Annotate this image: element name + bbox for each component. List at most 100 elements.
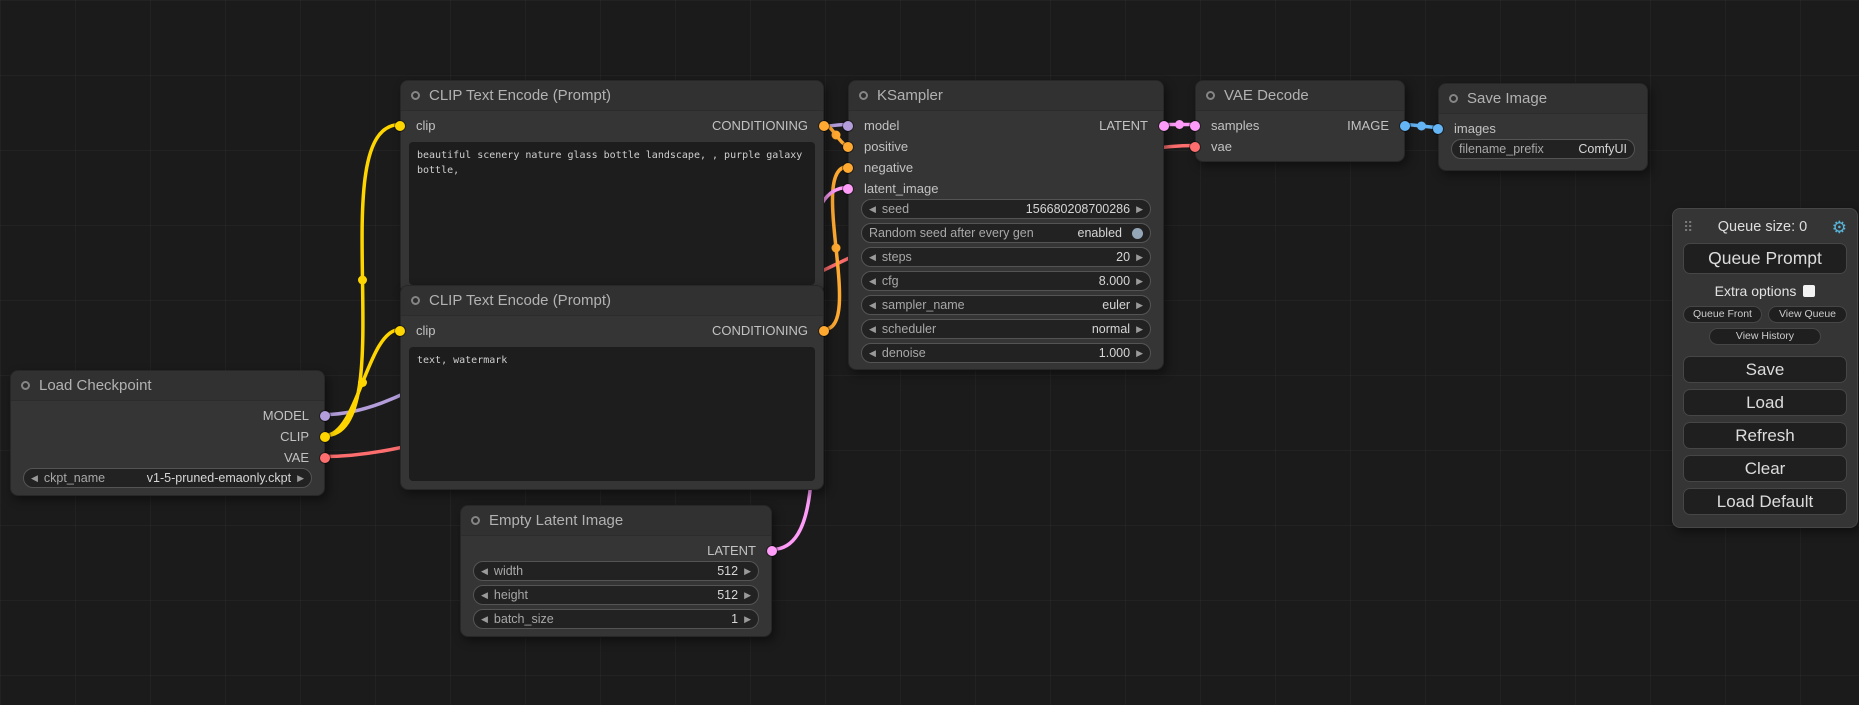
collapse-dot-icon[interactable] [411,296,420,305]
widget-scheduler[interactable]: ◀ scheduler normal ▶ [861,319,1151,339]
widget-width[interactable]: ◀ width 512 ▶ [473,561,759,581]
node-title-bar[interactable]: CLIP Text Encode (Prompt) [401,286,823,316]
node-title-bar[interactable]: KSampler [849,81,1163,111]
widget-value: 1.000 [1099,346,1130,360]
collapse-dot-icon[interactable] [1206,91,1215,100]
node-ksampler[interactable]: KSampler model LATENT positive negative … [848,80,1164,370]
node-vae-decode[interactable]: VAE Decode samples IMAGE vae [1195,80,1405,162]
decrement-arrow-icon[interactable]: ◀ [869,325,876,334]
node-save-image[interactable]: Save Image images filename_prefix ComfyU… [1438,83,1648,171]
graph-canvas[interactable]: Load Checkpoint MODEL CLIP VAE ◀ ckpt_na… [0,0,1859,705]
decrement-arrow-icon[interactable]: ◀ [31,474,38,483]
decrement-arrow-icon[interactable]: ◀ [869,349,876,358]
decrement-arrow-icon[interactable]: ◀ [869,277,876,286]
node-clip-text-encode-positive[interactable]: CLIP Text Encode (Prompt) clip CONDITION… [400,80,824,294]
widget-seed[interactable]: ◀ seed 156680208700286 ▶ [861,199,1151,219]
node-title-bar[interactable]: VAE Decode [1196,81,1404,111]
input-label-clip: clip [401,118,436,133]
extra-options-checkbox[interactable] [1803,285,1815,297]
widget-height[interactable]: ◀ height 512 ▶ [473,585,759,605]
view-history-button[interactable]: View History [1709,328,1821,345]
widget-steps[interactable]: ◀ steps 20 ▶ [861,247,1151,267]
output-port-latent[interactable] [1159,121,1169,131]
increment-arrow-icon[interactable]: ▶ [1136,205,1143,214]
node-title-bar[interactable]: CLIP Text Encode (Prompt) [401,81,823,111]
widget-name: steps [882,250,912,264]
increment-arrow-icon[interactable]: ▶ [1136,349,1143,358]
increment-arrow-icon[interactable]: ▶ [297,474,304,483]
decrement-arrow-icon[interactable]: ◀ [481,591,488,600]
node-title-bar[interactable]: Load Checkpoint [11,371,324,401]
collapse-dot-icon[interactable] [859,91,868,100]
widget-batch-size[interactable]: ◀ batch_size 1 ▶ [473,609,759,629]
collapse-dot-icon[interactable] [21,381,30,390]
output-port-latent[interactable] [767,546,777,556]
collapse-dot-icon[interactable] [411,91,420,100]
node-title: KSampler [877,87,943,104]
queue-front-button[interactable]: Queue Front [1683,306,1762,323]
output-port-conditioning[interactable] [819,121,829,131]
prompt-textarea[interactable]: text, watermark [409,347,815,481]
node-title: Load Checkpoint [39,377,152,394]
save-button[interactable]: Save [1683,356,1847,383]
increment-arrow-icon[interactable]: ▶ [744,567,751,576]
increment-arrow-icon[interactable]: ▶ [744,591,751,600]
input-port-clip[interactable] [395,326,405,336]
input-label-model: model [849,118,899,133]
widget-cfg[interactable]: ◀ cfg 8.000 ▶ [861,271,1151,291]
increment-arrow-icon[interactable]: ▶ [1136,325,1143,334]
input-port-latent-image[interactable] [843,184,853,194]
input-port-negative[interactable] [843,163,853,173]
input-port-vae[interactable] [1190,142,1200,152]
slot-row: samples IMAGE [1196,115,1404,136]
node-load-checkpoint[interactable]: Load Checkpoint MODEL CLIP VAE ◀ ckpt_na… [10,370,325,496]
node-body: images filename_prefix ComfyUI [1439,114,1647,170]
widget-denoise[interactable]: ◀ denoise 1.000 ▶ [861,343,1151,363]
widget-sampler-name[interactable]: ◀ sampler_name euler ▶ [861,295,1151,315]
clear-button[interactable]: Clear [1683,455,1847,482]
decrement-arrow-icon[interactable]: ◀ [481,615,488,624]
load-button[interactable]: Load [1683,389,1847,416]
output-port-clip[interactable] [320,432,330,442]
toggle-knob-icon[interactable] [1132,228,1143,239]
widget-ckpt-name[interactable]: ◀ ckpt_name v1-5-pruned-emaonly.ckpt ▶ [23,468,312,488]
output-port-model[interactable] [320,411,330,421]
increment-arrow-icon[interactable]: ▶ [1136,301,1143,310]
node-title-bar[interactable]: Empty Latent Image [461,506,771,536]
decrement-arrow-icon[interactable]: ◀ [869,205,876,214]
gear-icon[interactable]: ⚙ [1832,219,1847,236]
output-port-vae[interactable] [320,453,330,463]
collapse-dot-icon[interactable] [471,516,480,525]
widget-name: Random seed after every gen [869,226,1034,240]
prompt-textarea[interactable]: beautiful scenery nature glass bottle la… [409,142,815,285]
increment-arrow-icon[interactable]: ▶ [1136,277,1143,286]
extra-options-label: Extra options [1715,283,1797,299]
load-default-button[interactable]: Load Default [1683,488,1847,515]
widget-name: height [494,588,528,602]
decrement-arrow-icon[interactable]: ◀ [481,567,488,576]
widget-random-seed-toggle[interactable]: Random seed after every gen enabled [861,223,1151,243]
queue-prompt-button[interactable]: Queue Prompt [1683,243,1847,274]
refresh-button[interactable]: Refresh [1683,422,1847,449]
decrement-arrow-icon[interactable]: ◀ [869,301,876,310]
increment-arrow-icon[interactable]: ▶ [1136,253,1143,262]
drag-handle-icon[interactable]: ⠿ [1683,219,1693,236]
widget-filename-prefix[interactable]: filename_prefix ComfyUI [1451,139,1635,159]
collapse-dot-icon[interactable] [1449,94,1458,103]
output-port-conditioning[interactable] [819,326,829,336]
decrement-arrow-icon[interactable]: ◀ [869,253,876,262]
slot-row: LATENT [461,540,771,561]
increment-arrow-icon[interactable]: ▶ [744,615,751,624]
node-clip-text-encode-negative[interactable]: CLIP Text Encode (Prompt) clip CONDITION… [400,285,824,490]
node-title-bar[interactable]: Save Image [1439,84,1647,114]
input-port-positive[interactable] [843,142,853,152]
view-queue-button[interactable]: View Queue [1768,306,1847,323]
input-port-images[interactable] [1433,124,1443,134]
node-empty-latent-image[interactable]: Empty Latent Image LATENT ◀ width 512 ▶ … [460,505,772,637]
output-label-model: MODEL [263,408,324,423]
output-port-image[interactable] [1400,121,1410,131]
input-port-model[interactable] [843,121,853,131]
input-port-samples[interactable] [1190,121,1200,131]
input-port-clip[interactable] [395,121,405,131]
output-label-conditioning: CONDITIONING [712,323,823,338]
